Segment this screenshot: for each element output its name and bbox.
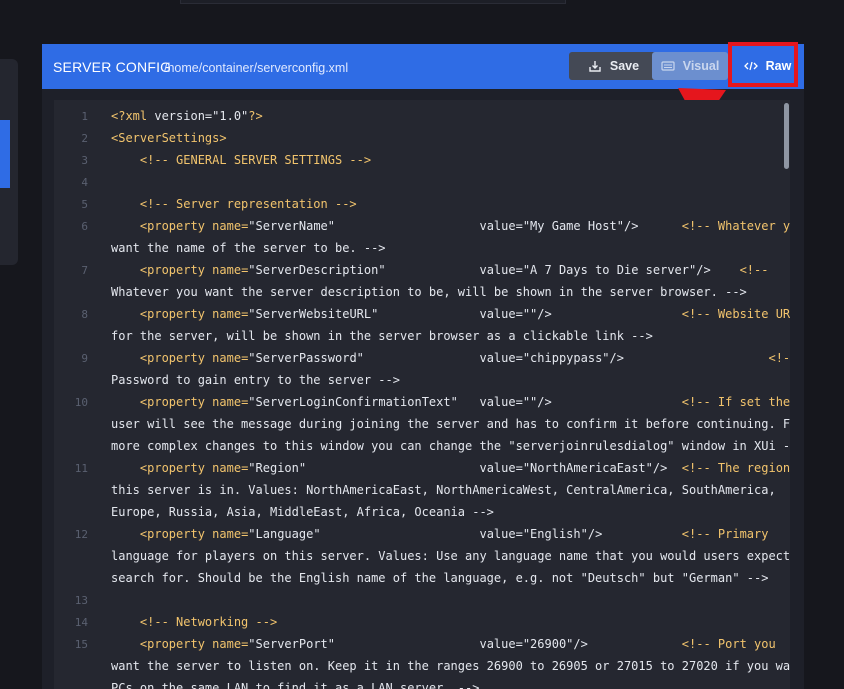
- code-line: want the name of the server to be. -->: [111, 241, 386, 255]
- sidebar-active-indicator: [0, 120, 10, 188]
- code-line: <property name="ServerWebsiteURL" value=…: [139, 307, 790, 321]
- code-line: <!-- GENERAL SERVER SETTINGS -->: [139, 153, 372, 167]
- code-editor[interactable]: 1 2 3 4 5 6 7 8 9 10 11 12 13 14 15 <?xml version="1.0…: [54, 100, 790, 689]
- line-number: 4: [81, 176, 88, 189]
- code-line: <property name="Region" value="NorthAmer…: [139, 461, 790, 475]
- code-line: Whatever you want the server description…: [111, 285, 747, 299]
- code-line: <property name="ServerPassword" value="c…: [139, 351, 790, 365]
- code-line: <property name="ServerName" value="My Ga…: [139, 219, 790, 233]
- code-line: <property name="ServerLoginConfirmationT…: [139, 395, 790, 409]
- code-line: <?xml version="1.0"?>: [111, 109, 263, 123]
- editor-header: SERVER CONFIG /home/container/serverconf…: [42, 44, 804, 89]
- code-line: Password to gain entry to the server -->: [111, 373, 400, 387]
- code-line: Europe, Russia, Asia, MiddleEast, Africa…: [111, 505, 494, 519]
- code-line: more complex changes to this window you …: [111, 439, 790, 453]
- code-line: language for players on this server. Val…: [111, 549, 790, 563]
- line-number: 12: [74, 528, 88, 541]
- code-line: want the server to listen on. Keep it in…: [111, 659, 790, 673]
- keyboard-icon: [661, 60, 675, 72]
- code-line: this server is in. Values: NorthAmericaE…: [111, 483, 776, 497]
- code-line: PCs on the same LAN to find it as a LAN …: [111, 681, 480, 689]
- raw-button[interactable]: Raw: [735, 52, 800, 80]
- line-number: 13: [74, 594, 88, 607]
- editor-scrollbar[interactable]: [784, 103, 789, 169]
- code-line: <property name="Language" value="English…: [139, 527, 769, 541]
- code-icon: [743, 60, 758, 72]
- line-number: 5: [81, 198, 88, 211]
- line-number: 7: [81, 264, 88, 277]
- line-number: 8: [81, 308, 88, 321]
- code-line: <!-- Networking -->: [139, 615, 278, 629]
- line-number: 2: [81, 132, 88, 145]
- download-icon: [588, 59, 602, 73]
- line-number: 3: [81, 154, 88, 167]
- page-title: SERVER CONFIG: [53, 59, 172, 75]
- save-button[interactable]: Save: [569, 52, 658, 80]
- code-line: <property name="ServerPort" value="26900…: [139, 637, 776, 651]
- file-path: /home/container/serverconfig.xml: [164, 61, 349, 75]
- top-bar-fragment: [180, 0, 566, 4]
- code-line: for the server, will be shown in the ser…: [111, 329, 653, 343]
- line-number: 15: [74, 638, 88, 651]
- code-line: <ServerSettings>: [111, 131, 227, 145]
- code-line: user will see the message during joining…: [111, 417, 790, 431]
- line-number: 10: [74, 396, 88, 409]
- code-line: search for. Should be the English name o…: [111, 571, 769, 585]
- code-line: <!-- Server representation -->: [139, 197, 357, 211]
- line-number: 14: [74, 616, 88, 629]
- line-number: 9: [81, 352, 88, 365]
- code-line: <property name="ServerDescription" value…: [139, 263, 769, 277]
- line-number: 1: [81, 110, 88, 123]
- visual-button-label: Visual: [682, 59, 720, 73]
- line-number: 6: [81, 220, 88, 233]
- line-number: 11: [74, 462, 88, 475]
- visual-button[interactable]: Visual: [652, 52, 728, 80]
- raw-button-label: Raw: [765, 59, 792, 73]
- save-button-label: Save: [609, 59, 640, 73]
